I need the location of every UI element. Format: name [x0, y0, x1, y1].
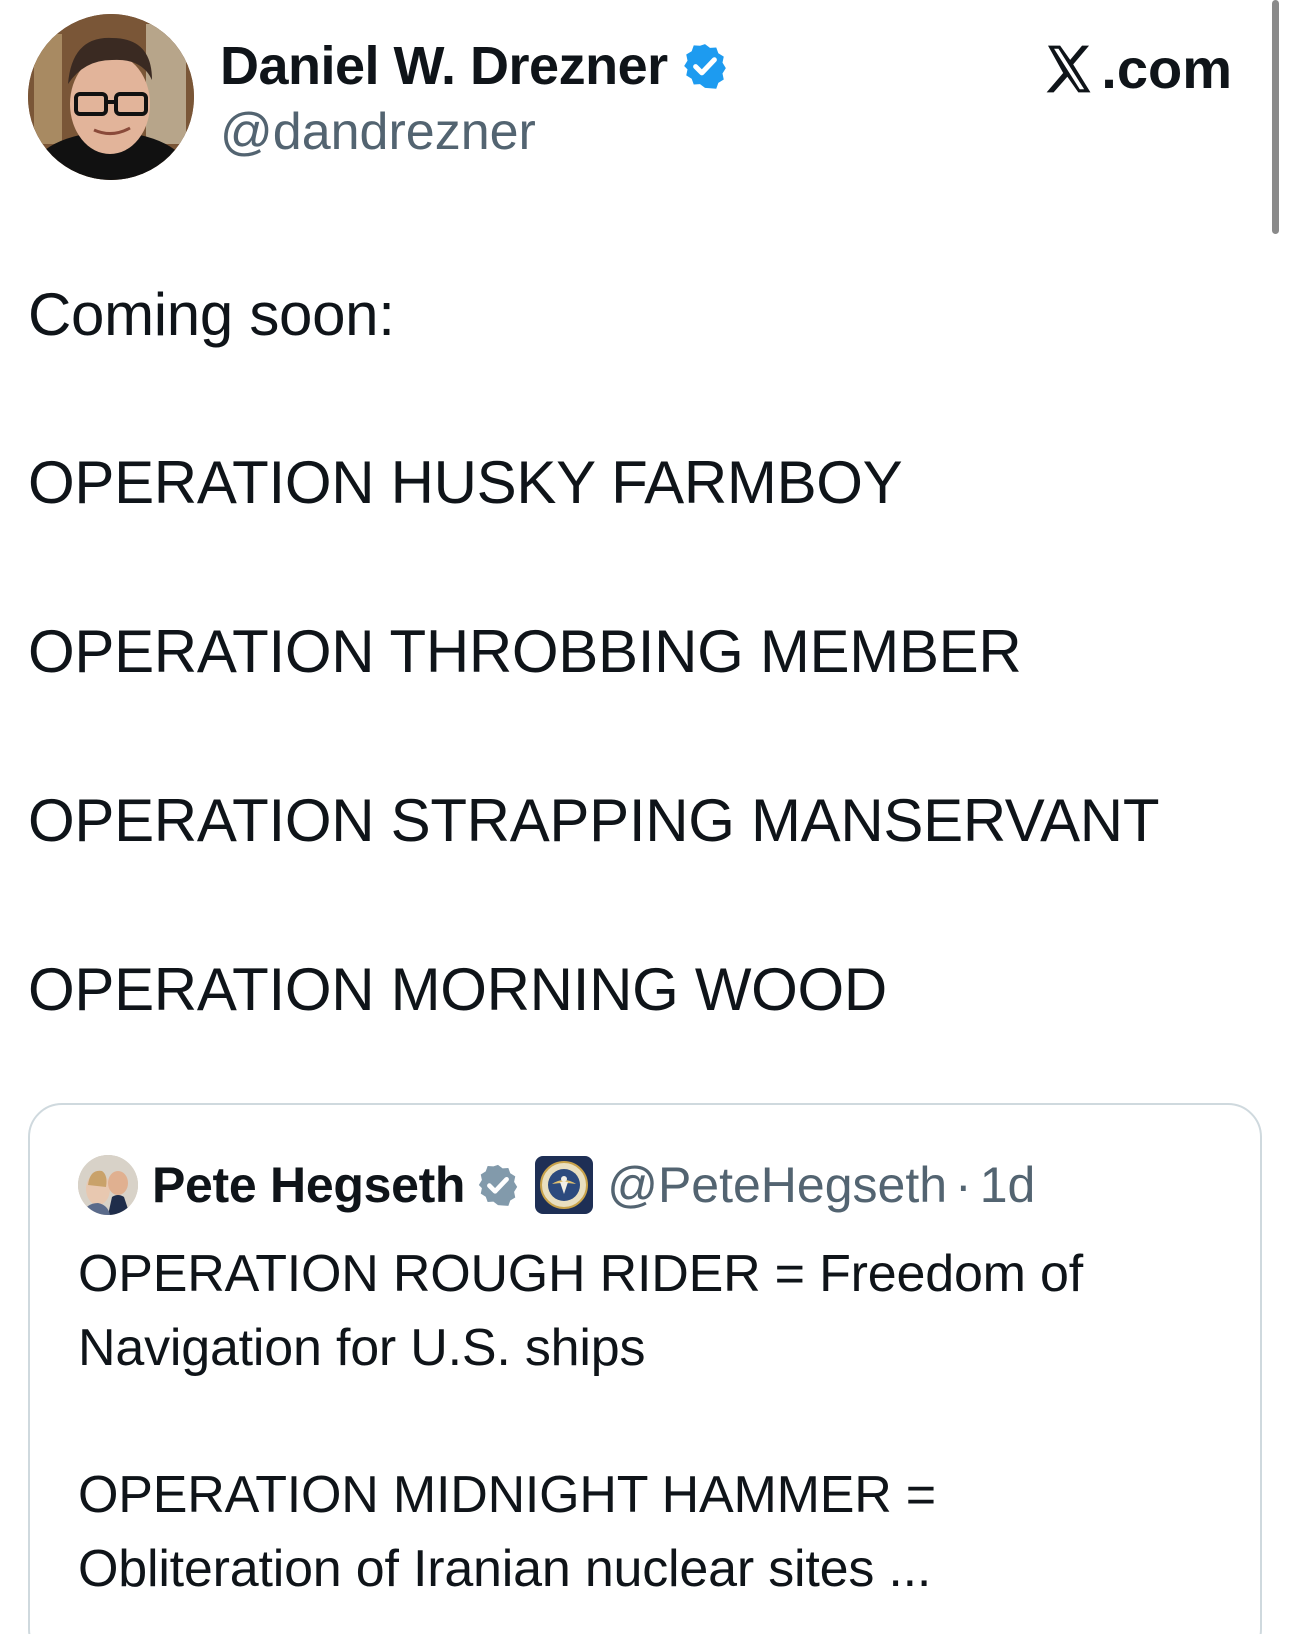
- author-avatar[interactable]: [28, 14, 194, 180]
- quoted-tweet-text-line: Navigation for U.S. ships: [78, 1319, 646, 1377]
- x-logo-icon: [1046, 45, 1091, 92]
- department-seal-icon[interactable]: [535, 1156, 594, 1214]
- tweet-text-line: OPERATION MORNING WOOD: [28, 956, 887, 1023]
- quoted-tweet-text-line: OPERATION MIDNIGHT HAMMER =: [78, 1466, 936, 1524]
- brand-domain: .com: [1101, 37, 1232, 100]
- author-name-row: Daniel W. Drezner: [220, 34, 730, 98]
- tweet-text-line: OPERATION STRAPPING MANSERVANT: [28, 787, 1160, 854]
- quoted-tweet-paragraph: OPERATION ROUGH RIDER = Freedom of Navig…: [78, 1237, 1083, 1385]
- scrollbar[interactable]: [1272, 0, 1279, 234]
- quoted-tweet-card[interactable]: Pete Hegseth @PeteHegseth · 1d OPERATION…: [28, 1103, 1262, 1634]
- author-handle[interactable]: @dandrezner: [220, 102, 536, 162]
- quoted-tweet-timestamp[interactable]: 1d: [980, 1156, 1036, 1214]
- quoted-tweet-paragraph: OPERATION MIDNIGHT HAMMER = Obliteration…: [78, 1458, 936, 1606]
- tweet-text-line: OPERATION THROBBING MEMBER: [28, 618, 1022, 685]
- brand-label: .com: [1039, 36, 1232, 101]
- meta-separator: ·: [955, 1157, 972, 1213]
- quoted-author-name[interactable]: Pete Hegseth: [152, 1156, 465, 1214]
- verified-badge-icon[interactable]: [680, 41, 730, 91]
- quoted-tweet-text-line: Obliteration of Iranian nuclear sites ..…: [78, 1540, 932, 1598]
- verified-badge-icon[interactable]: [475, 1162, 521, 1208]
- quoted-tweet-header: Pete Hegseth @PeteHegseth · 1d: [78, 1153, 1035, 1217]
- quoted-author-handle[interactable]: @PeteHegseth: [607, 1156, 947, 1214]
- quoted-tweet-text-line: OPERATION ROUGH RIDER = Freedom of: [78, 1245, 1083, 1303]
- author-display-name[interactable]: Daniel W. Drezner: [220, 35, 668, 97]
- tweet-text-line: Coming soon:: [28, 281, 395, 348]
- tweet-text-line: OPERATION HUSKY FARMBOY: [28, 449, 903, 516]
- quoted-author-avatar[interactable]: [78, 1155, 138, 1215]
